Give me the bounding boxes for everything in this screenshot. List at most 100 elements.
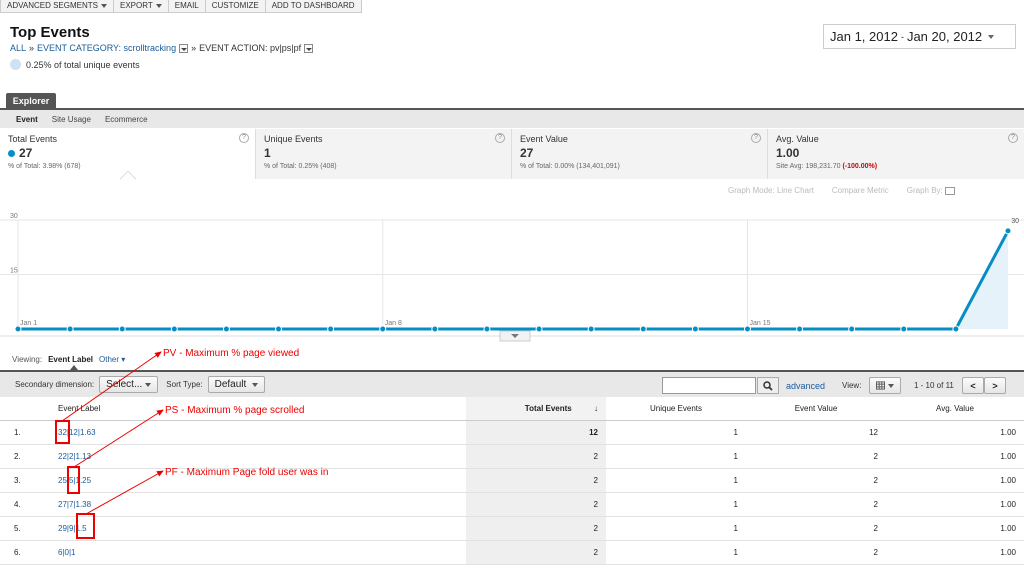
action-dropdown-icon[interactable] xyxy=(304,43,314,53)
scorecard-event-value[interactable]: Event Value 27 % of Total: 0.00% (134,40… xyxy=(512,129,768,179)
tab-explorer[interactable]: Explorer xyxy=(6,93,56,109)
scorecard-value: 27 xyxy=(520,146,534,160)
help-icon[interactable]: ? xyxy=(239,133,249,143)
percent-of-total-text: 0.25% of total unique events xyxy=(26,59,140,70)
calendar-icon[interactable] xyxy=(945,186,956,195)
y-tick-label: 15 xyxy=(10,268,18,275)
row-index: 3. xyxy=(0,468,44,493)
date-range-picker[interactable]: Jan 1, 2012 - Jan 20, 2012 xyxy=(823,24,1016,49)
avg-value-cell: 1.00 xyxy=(886,444,1024,469)
data-point xyxy=(1004,227,1012,235)
event-value-cell: 2 xyxy=(746,540,886,565)
scorecard-sub: % of Total: 3.98% (678) xyxy=(8,163,81,170)
category-dropdown-icon[interactable] xyxy=(179,43,189,53)
data-point xyxy=(639,325,647,333)
unique-events-cell: 1 xyxy=(606,420,746,445)
breadcrumb: ALL » EVENT CATEGORY: scrolltracking » E… xyxy=(10,43,314,53)
series-end-label: 30 xyxy=(1011,218,1019,225)
email-button[interactable]: EMAIL xyxy=(168,0,206,13)
event-value-cell: 2 xyxy=(746,516,886,541)
table-header-row: Event Label Total Events ↓ Unique Events… xyxy=(0,397,1024,421)
secondary-dimension-select[interactable]: Select... xyxy=(99,376,159,393)
annotation-pv: PV - Maximum % page viewed xyxy=(163,348,300,359)
event-value-header[interactable]: Event Value xyxy=(746,397,886,421)
event-label-link[interactable]: 27|7|1.38 xyxy=(58,500,91,509)
chevron-down-icon xyxy=(888,383,894,388)
total-events-cell: 2 xyxy=(466,516,606,541)
table-row: 3. 25|5|1.25 2 1 2 1.00 xyxy=(0,468,1024,493)
next-page-button[interactable]: > xyxy=(984,377,1006,394)
event-label-link[interactable]: 32|12|1.63 xyxy=(58,428,96,437)
unique-events-header[interactable]: Unique Events xyxy=(606,397,746,421)
pie-chart-icon xyxy=(10,59,21,70)
series-area xyxy=(18,230,1008,329)
viewing-bar: Viewing: Event Label Other ▾ xyxy=(12,355,125,364)
scorecard-sub: % of Total: 0.00% (134,401,091) xyxy=(520,163,620,170)
row-index: 2. xyxy=(0,444,44,469)
chevron-down-icon xyxy=(252,382,259,387)
advanced-segments-button[interactable]: ADVANCED SEGMENTS xyxy=(0,0,114,13)
chevron-down-icon xyxy=(100,3,107,8)
breadcrumb-category-link[interactable]: EVENT CATEGORY: scrolltracking xyxy=(37,43,176,53)
scorecard-unique-events[interactable]: Unique Events 1 % of Total: 0.25% (408) … xyxy=(256,129,512,179)
advanced-segments-label: ADVANCED SEGMENTS xyxy=(7,1,98,10)
event-label-link[interactable]: 22|2|1.13 xyxy=(58,452,91,461)
total-events-cell: 2 xyxy=(466,492,606,517)
search-button[interactable] xyxy=(757,377,779,394)
graph-mode-label: Graph Mode: xyxy=(728,186,775,195)
table-search-input[interactable] xyxy=(662,377,756,394)
table-view-select[interactable] xyxy=(869,377,901,394)
help-icon[interactable]: ? xyxy=(495,133,505,143)
event-label-link[interactable]: 6|0|1 xyxy=(58,548,76,557)
avg-value-header[interactable]: Avg. Value xyxy=(886,397,1024,421)
sort-type-select[interactable]: Default xyxy=(207,376,266,393)
breadcrumb-action: EVENT ACTION: pv|ps|pf xyxy=(199,43,302,53)
pagination-buttons: < > xyxy=(962,377,1006,394)
view-label: View: xyxy=(842,381,862,390)
search-icon xyxy=(763,380,773,391)
subtab-event[interactable]: Event xyxy=(16,115,38,124)
add-to-dashboard-button[interactable]: ADD TO DASHBOARD xyxy=(265,0,362,13)
chevron-down-icon xyxy=(155,3,162,8)
data-point xyxy=(327,325,335,333)
subtab-ecommerce[interactable]: Ecommerce xyxy=(105,115,148,124)
scorecard-avg-value[interactable]: Avg. Value 1.00 Site Avg: 198,231.70 (-1… xyxy=(768,129,1024,179)
avg-value-cell: 1.00 xyxy=(886,516,1024,541)
event-value-cell: 12 xyxy=(746,420,886,445)
other-dimension-link[interactable]: Other ▾ xyxy=(99,355,125,364)
event-label-link[interactable]: 25|5|1.25 xyxy=(58,476,91,485)
help-icon[interactable]: ? xyxy=(1008,133,1018,143)
prev-page-button[interactable]: < xyxy=(962,377,984,394)
row-index: 5. xyxy=(0,516,44,541)
data-point xyxy=(170,325,178,333)
sort-type-value: Default xyxy=(214,379,247,390)
avg-value-cell: 1.00 xyxy=(886,420,1024,445)
event-value-cell: 2 xyxy=(746,444,886,469)
unique-events-cell: 1 xyxy=(606,492,746,517)
event-label-cell: 32|12|1.63 xyxy=(44,420,466,445)
primary-dimension[interactable]: Event Label xyxy=(48,355,93,364)
x-tick-label: Jan 15 xyxy=(749,320,770,327)
secondary-dimension-value: Select... xyxy=(106,379,143,390)
event-label-link[interactable]: 29|9|1.5 xyxy=(58,524,87,533)
customize-button[interactable]: CUSTOMIZE xyxy=(205,0,266,13)
chevron-down-icon xyxy=(145,382,152,387)
subtab-site-usage[interactable]: Site Usage xyxy=(52,115,91,124)
help-icon[interactable]: ? xyxy=(751,133,761,143)
total-events-cell: 2 xyxy=(466,540,606,565)
data-point xyxy=(483,325,491,333)
breadcrumb-all-link[interactable]: ALL xyxy=(10,43,26,53)
export-button[interactable]: EXPORT xyxy=(113,0,169,13)
graph-mode-value[interactable]: Line Chart xyxy=(777,186,814,195)
percent-of-total: 0.25% of total unique events xyxy=(10,59,140,70)
viewing-label: Viewing: xyxy=(12,355,43,364)
avg-value-cell: 1.00 xyxy=(886,468,1024,493)
total-events-header-label: Total Events xyxy=(524,403,572,413)
data-point xyxy=(952,325,960,333)
data-point xyxy=(796,325,804,333)
total-events-header[interactable]: Total Events ↓ xyxy=(466,397,606,421)
compare-metric-link[interactable]: Compare Metric xyxy=(832,186,889,195)
scorecard-label: Unique Events xyxy=(264,134,323,144)
breadcrumb-separator: » xyxy=(191,43,197,53)
advanced-filter-link[interactable]: advanced xyxy=(786,381,825,391)
